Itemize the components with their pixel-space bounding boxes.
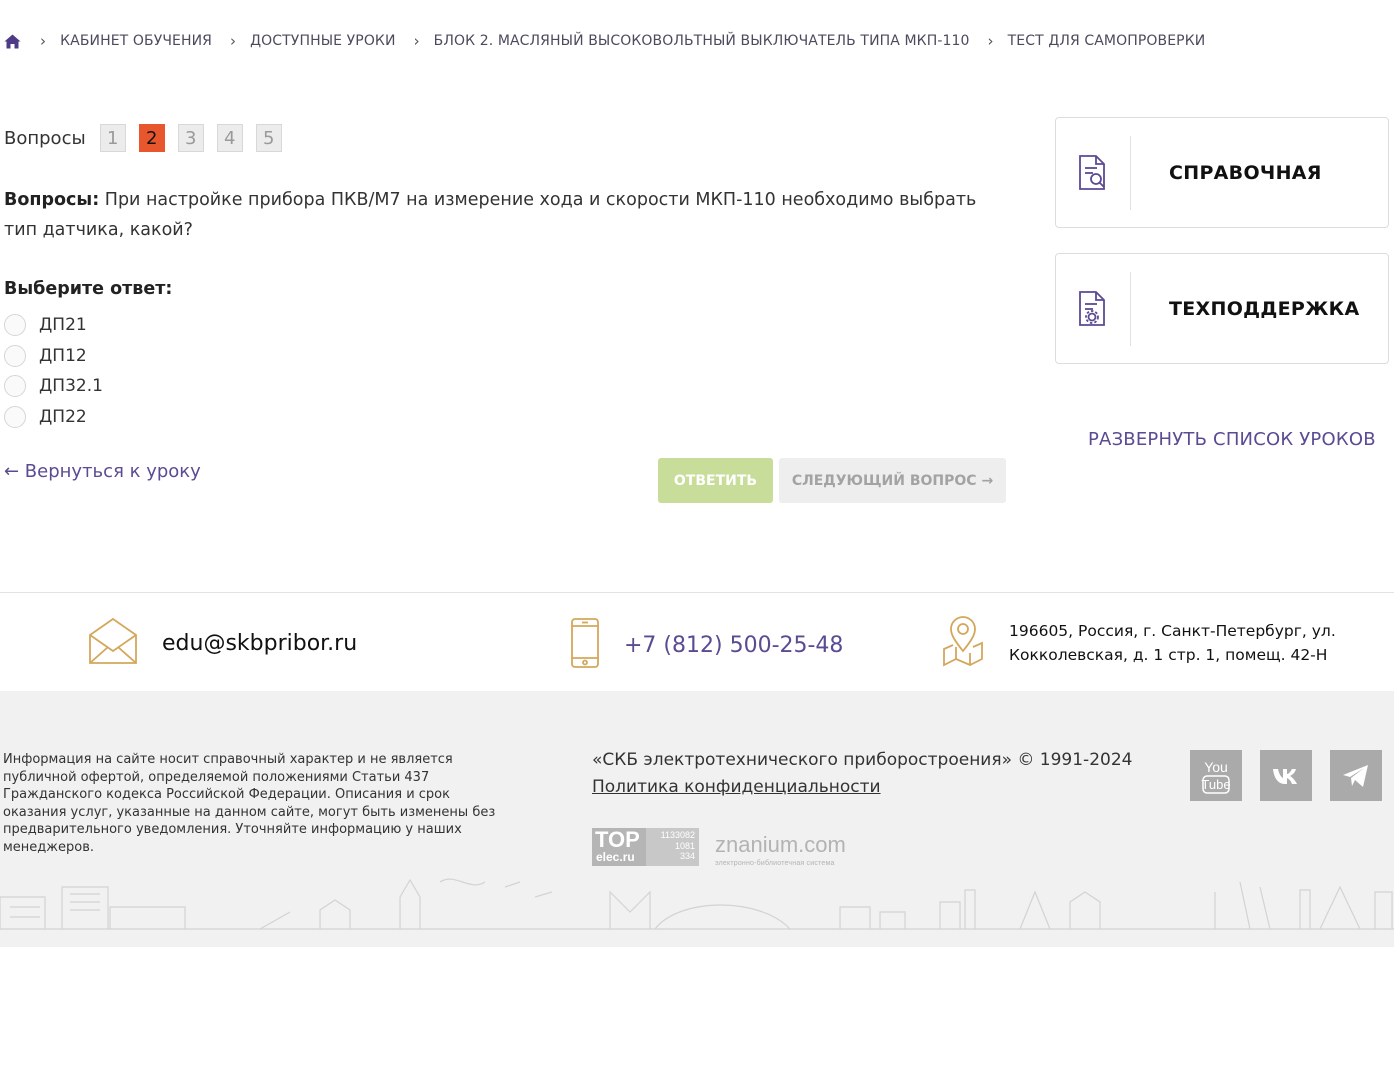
answer-prompt: Выберите ответ: [4, 279, 173, 299]
breadcrumb-separator: › [230, 32, 237, 50]
address-line-1: 196605, Россия, г. Санкт-Петербург, ул. [1009, 622, 1336, 640]
breadcrumb-item-cabinet[interactable]: КАБИНЕТ ОБУЧЕНИЯ [60, 33, 212, 49]
top-logo-bottom: elec.ru [596, 850, 635, 864]
contact-email: edu@skbpribor.ru [88, 617, 357, 669]
radio-button[interactable] [4, 344, 26, 367]
znanium-logo[interactable]: znanium.com электронно-библиотечная сист… [715, 832, 846, 867]
answer-button[interactable]: ОТВЕТИТЬ [658, 458, 773, 503]
radio-button[interactable] [4, 375, 26, 398]
answer-option[interactable]: ДП22 [4, 402, 103, 433]
footer: Информация на сайте носит справочный хар… [0, 691, 1394, 947]
email-link[interactable]: edu@skbpribor.ru [162, 631, 357, 656]
support-label: ТЕХПОДДЕРЖКА [1169, 297, 1360, 320]
breadcrumb-item-lessons[interactable]: ДОСТУПНЫЕ УРОКИ [250, 33, 395, 49]
contact-phone: +7 (812) 500-25-48 [568, 617, 843, 673]
question-page-1[interactable]: 1 [99, 124, 126, 152]
document-search-icon [1056, 135, 1131, 210]
top-logo-n3: 334 [679, 851, 695, 861]
question-body: При настройке прибора ПКВ/М7 на измерени… [4, 190, 977, 240]
contacts-strip: edu@skbpribor.ru +7 (812) 500-25-48 1966… [0, 592, 1394, 691]
city-skyline-illustration [0, 878, 1394, 930]
question-page-2-active[interactable]: 2 [138, 124, 165, 152]
breadcrumb: › КАБИНЕТ ОБУЧЕНИЯ › ДОСТУПНЫЕ УРОКИ › Б… [4, 30, 1205, 52]
breadcrumb-separator: › [413, 32, 420, 50]
footer-disclaimer: Информация на сайте носит справочный хар… [3, 752, 496, 855]
question-page-5[interactable]: 5 [255, 124, 282, 152]
question-text: Вопросы: При настройке прибора ПКВ/М7 на… [4, 185, 1004, 245]
envelope-icon [88, 617, 138, 669]
svg-text:You: You [1204, 759, 1228, 775]
answer-option[interactable]: ДП21 [4, 310, 103, 341]
question-page-3[interactable]: 3 [177, 124, 204, 152]
answer-label: ДП32.1 [39, 376, 103, 397]
top-elec-logo[interactable]: TOP elec.ru 1133082 1081 334 [592, 828, 699, 866]
phone-link[interactable]: +7 (812) 500-25-48 [624, 633, 843, 658]
reference-label: СПРАВОЧНАЯ [1169, 161, 1322, 184]
answer-label: ДП21 [39, 315, 87, 336]
youtube-icon[interactable]: You Tube [1190, 750, 1242, 801]
answer-label: ДП22 [39, 406, 87, 427]
answer-option[interactable]: ДП12 [4, 341, 103, 372]
questions-pagination: Вопросы 1 2 3 4 5 [4, 124, 295, 152]
address-line-2: Кокколевская, д. 1 стр. 1, помещ. 42-Н [1009, 646, 1328, 664]
answer-options: ДП21 ДП12 ДП32.1 ДП22 [4, 310, 103, 432]
question-label: Вопросы: [4, 190, 100, 210]
support-card[interactable]: ТЕХПОДДЕРЖКА [1055, 253, 1389, 364]
expand-lessons-link[interactable]: РАЗВЕРНУТЬ СПИСОК УРОКОВ [1088, 429, 1376, 450]
breadcrumb-item-block[interactable]: БЛОК 2. МАСЛЯНЫЙ ВЫСОКОВОЛЬТНЫЙ ВЫКЛЮЧАТ… [434, 33, 970, 49]
home-icon[interactable] [4, 33, 22, 49]
top-logo-top: TOP [595, 827, 640, 852]
breadcrumb-separator: › [40, 32, 47, 50]
top-logo-n1: 1133082 [660, 830, 695, 840]
phone-icon [568, 617, 602, 673]
footer-copyright: «СКБ электротехнического приборостроения… [592, 750, 1133, 770]
reference-card[interactable]: СПРАВОЧНАЯ [1055, 117, 1389, 228]
privacy-policy-link[interactable]: Политика конфиденциальности [592, 777, 881, 797]
radio-button[interactable] [4, 314, 26, 337]
address-text: 196605, Россия, г. Санкт-Петербург, ул. … [1009, 619, 1336, 667]
back-to-lesson-link[interactable]: ← Вернуться к уроку [4, 461, 201, 482]
top-logo-n2: 1081 [674, 840, 695, 851]
document-gear-icon [1056, 271, 1131, 346]
telegram-icon[interactable] [1330, 750, 1382, 801]
next-question-button[interactable]: СЛЕДУЮЩИЙ ВОПРОС → [779, 458, 1006, 503]
radio-button[interactable] [4, 405, 26, 428]
questions-label: Вопросы [4, 127, 86, 149]
answer-option[interactable]: ДП32.1 [4, 371, 103, 402]
svg-text:Tube: Tube [1201, 777, 1230, 792]
answer-label: ДП12 [39, 345, 87, 366]
znanium-name: znanium.com [715, 832, 846, 857]
znanium-sub: электронно-библиотечная система [715, 860, 835, 867]
breadcrumb-separator: › [987, 32, 994, 50]
question-page-4[interactable]: 4 [216, 124, 243, 152]
vk-icon[interactable] [1260, 750, 1312, 801]
contact-address: 196605, Россия, г. Санкт-Петербург, ул. … [941, 615, 1336, 671]
breadcrumb-item-current: ТЕСТ ДЛЯ САМОПРОВЕРКИ [1007, 33, 1206, 49]
map-pin-icon [941, 615, 985, 671]
